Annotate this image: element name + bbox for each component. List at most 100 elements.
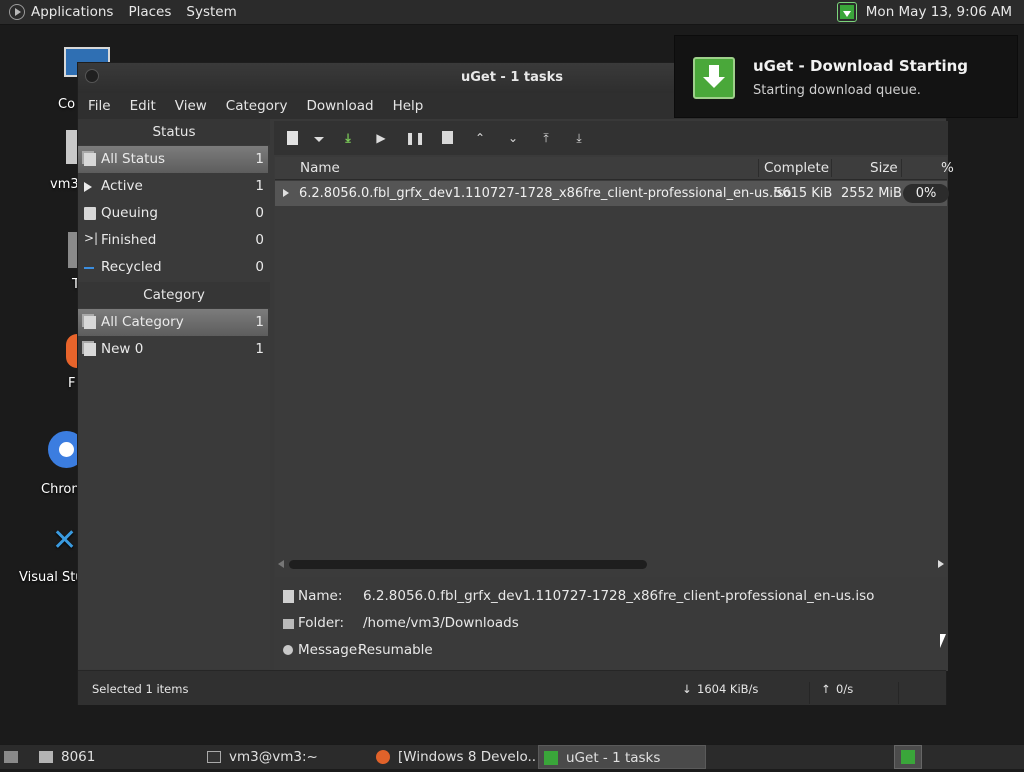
scroll-left-arrow-icon[interactable] — [278, 560, 284, 568]
column-header-size[interactable]: Size — [870, 160, 898, 176]
menu-edit[interactable]: Edit — [130, 98, 156, 114]
sidebar-item-label: Queuing — [101, 205, 158, 221]
table-row[interactable]: 6.2.8056.0.fbl_grfx_dev1.110727-1728_x86… — [275, 181, 949, 206]
sidebar-item-count: 0 — [255, 232, 264, 248]
detail-value: Resumable — [358, 642, 433, 658]
taskbar-item-terminal[interactable]: vm3@vm3:~ — [202, 745, 367, 769]
folder-icon — [39, 751, 53, 763]
save-down-icon[interactable]: ⤓ — [339, 129, 357, 147]
firefox-icon — [66, 334, 77, 368]
trash-icon — [68, 232, 77, 268]
menu-system[interactable]: System — [186, 4, 236, 20]
uget-window: uGet - 1 tasks File Edit View Category D… — [77, 62, 954, 705]
move-up-icon[interactable]: ⌃ — [471, 129, 489, 147]
clock[interactable]: Mon May 13, 9:06 AM — [866, 4, 1012, 20]
taskbar-item-label: uGet - 1 tasks — [566, 750, 661, 766]
menu-file[interactable]: File — [88, 98, 111, 114]
dropdown-arrow-icon[interactable] — [310, 129, 328, 147]
pause-icon[interactable]: ❚❚ — [405, 129, 425, 147]
taskbar-item-label: vm3@vm3:~ — [229, 749, 318, 765]
detail-folder-row: Folder: /home/vm3/Downloads — [274, 610, 948, 637]
taskbar-item-folder[interactable]: 8061 — [34, 745, 194, 769]
download-arrow-icon: ↓ — [682, 682, 692, 696]
document-icon — [84, 207, 96, 220]
workspace-switcher[interactable] — [894, 745, 922, 769]
column-header-complete[interactable]: Complete — [764, 160, 829, 176]
desktop-icon-label: F — [68, 376, 76, 391]
column-separator — [901, 159, 902, 177]
status-separator — [809, 682, 810, 704]
status-separator — [898, 682, 899, 704]
horizontal-scrollbar[interactable] — [275, 558, 947, 570]
folder-icon — [283, 619, 294, 629]
sidebar-item-new-0[interactable]: New 0 1 — [78, 336, 268, 363]
terminal-icon — [207, 751, 221, 763]
info-icon — [283, 645, 293, 655]
notification-body: Starting download queue. — [753, 83, 921, 98]
details-panel: Name: 6.2.8056.0.fbl_grfx_dev1.110727-17… — [274, 581, 948, 671]
show-desktop-button[interactable] — [2, 745, 24, 769]
mouse-cursor-icon — [940, 634, 946, 648]
taskbar-item-firefox[interactable]: [Windows 8 Develo... — [372, 745, 536, 769]
sidebar-item-all-category[interactable]: All Category 1 — [78, 309, 268, 336]
distro-logo-icon[interactable] — [9, 4, 25, 20]
properties-icon[interactable] — [438, 129, 456, 147]
finished-icon: >| — [84, 231, 99, 245]
play-icon — [84, 182, 92, 192]
menu-applications[interactable]: Applications — [31, 4, 113, 20]
detail-name-row: Name: 6.2.8056.0.fbl_grfx_dev1.110727-17… — [274, 583, 948, 610]
expand-arrow-icon[interactable] — [283, 189, 289, 197]
sidebar-item-count: 1 — [255, 314, 264, 330]
scrollbar-thumb[interactable] — [289, 560, 647, 569]
sidebar-item-label: Active — [101, 178, 143, 194]
detail-value: /home/vm3/Downloads — [363, 615, 519, 631]
scroll-right-arrow-icon[interactable] — [938, 560, 944, 568]
move-bottom-icon[interactable]: ⤓ — [570, 129, 588, 147]
document-stack-icon — [84, 153, 96, 166]
desktop-icon-label: Chron — [41, 482, 80, 497]
move-top-icon[interactable]: ⤒ — [537, 129, 555, 147]
menu-category[interactable]: Category — [226, 98, 288, 114]
detail-label: Name: — [298, 588, 343, 604]
sidebar-item-count: 0 — [255, 205, 264, 221]
column-header-percent[interactable]: % — [941, 160, 954, 176]
sidebar-item-finished[interactable]: >| Finished 0 — [78, 227, 268, 254]
sidebar-item-recycled[interactable]: Recycled 0 — [78, 254, 268, 281]
sidebar-item-count: 1 — [255, 341, 264, 357]
download-speed: 1604 KiB/s — [697, 682, 759, 696]
sidebar-item-active[interactable]: Active 1 — [78, 173, 268, 200]
play-icon[interactable]: ▶ — [372, 129, 390, 147]
sidebar-item-queuing[interactable]: Queuing 0 — [78, 200, 268, 227]
sidebar-item-count: 0 — [255, 259, 264, 275]
column-header-name[interactable]: Name — [300, 160, 340, 176]
menu-help[interactable]: Help — [393, 98, 424, 114]
download-list[interactable]: Name Complete Size % 6.2.8056.0.fbl_grfx… — [275, 157, 954, 577]
recycled-icon — [84, 267, 94, 269]
move-down-icon[interactable]: ⌄ — [504, 129, 522, 147]
taskbar-item-uget[interactable]: uGet - 1 tasks — [538, 745, 706, 769]
task-name: 6.2.8056.0.fbl_grfx_dev1.110727-1728_x86… — [299, 186, 792, 201]
uget-tray-icon[interactable] — [836, 2, 857, 22]
upload-speed: 0/s — [836, 682, 854, 696]
sidebar-item-all-status[interactable]: All Status 1 — [78, 146, 268, 173]
task-percent: 0% — [915, 186, 937, 201]
firefox-icon — [376, 750, 390, 764]
sidebar: Status All Status 1 Active 1 Queuing 0 >… — [78, 119, 270, 669]
menu-view[interactable]: View — [175, 98, 207, 114]
list-header: Name Complete Size % — [275, 157, 954, 180]
taskbar: 8061 vm3@vm3:~ [Windows 8 Develo... uGet… — [0, 744, 1024, 769]
detail-message-row: Message: Resumable — [274, 637, 948, 664]
new-download-icon[interactable] — [283, 129, 301, 147]
menu-download[interactable]: Download — [306, 98, 373, 114]
menu-places[interactable]: Places — [128, 4, 171, 20]
file-icon — [283, 590, 294, 603]
notification-popup[interactable]: uGet - Download Starting Starting downlo… — [674, 35, 1018, 118]
top-panel: Applications Places System Mon May 13, 9… — [0, 0, 1024, 25]
category-header: Category — [78, 282, 270, 308]
sidebar-item-count: 1 — [255, 151, 264, 167]
sidebar-item-count: 1 — [255, 178, 264, 194]
taskbar-item-label: 8061 — [61, 749, 96, 765]
notification-title: uGet - Download Starting — [753, 57, 969, 75]
main-panel: ⤓ ▶ ❚❚ ⌃ ⌄ ⤒ ⤓ Name Complete Size % 6.2.… — [274, 121, 954, 581]
desktop-icon-label: Co — [58, 97, 76, 112]
